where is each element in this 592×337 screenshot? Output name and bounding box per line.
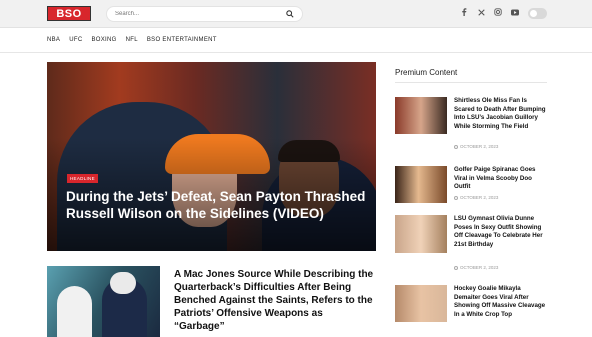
premium-date: OCTOBER 2, 2023: [454, 144, 498, 149]
search-icon[interactable]: [286, 10, 294, 18]
premium-item[interactable]: Golfer Paige Spiranac Goes Viral in Velm…: [395, 166, 547, 206]
premium-item[interactable]: Shirtless Ole Miss Fan Is Scared to Deat…: [395, 97, 547, 149]
logo-text: BSO: [56, 7, 82, 20]
search-bar[interactable]: [106, 6, 303, 22]
premium-thumbnail[interactable]: [395, 166, 447, 203]
youtube-icon[interactable]: [511, 8, 519, 16]
search-input[interactable]: [115, 11, 286, 17]
hero-title[interactable]: During the Jets’ Defeat, Sean Payton Thr…: [66, 188, 366, 222]
social-links: [460, 8, 519, 16]
headline-badge[interactable]: HEADLINE: [67, 174, 98, 183]
premium-title[interactable]: Hockey Goalie Mikayla Demaiter Goes Vira…: [454, 285, 547, 319]
nav-item-boxing[interactable]: BOXING: [91, 37, 116, 43]
article-thumbnail[interactable]: [47, 266, 160, 337]
nav-item-ufc[interactable]: UFC: [69, 37, 82, 43]
nav-item-bso-entertainment[interactable]: BSO ENTERTAINMENT: [147, 37, 217, 43]
premium-item[interactable]: LSU Gymnast Olivia Dunne Poses In Sexy O…: [395, 215, 547, 270]
premium-thumbnail[interactable]: [395, 97, 447, 134]
top-header: BSO: [0, 0, 592, 28]
premium-date: OCTOBER 2, 2023: [454, 265, 498, 270]
main-nav: NBA UFC BOXING NFL BSO ENTERTAINMENT: [0, 28, 592, 53]
premium-thumbnail[interactable]: [395, 215, 447, 253]
premium-item[interactable]: Hockey Goalie Mikayla Demaiter Goes Vira…: [395, 285, 547, 330]
premium-title[interactable]: Golfer Paige Spiranac Goes Viral in Velm…: [454, 166, 547, 192]
nav-item-nba[interactable]: NBA: [47, 37, 60, 43]
article-title[interactable]: A Mac Jones Source While Describing the …: [174, 268, 374, 333]
x-icon[interactable]: [477, 8, 485, 16]
premium-title[interactable]: LSU Gymnast Olivia Dunne Poses In Sexy O…: [454, 215, 547, 249]
facebook-icon[interactable]: [460, 8, 468, 16]
nav-item-nfl[interactable]: NFL: [126, 37, 138, 43]
sidebar-heading: Premium Content: [395, 68, 458, 77]
premium-title[interactable]: Shirtless Ole Miss Fan Is Scared to Deat…: [454, 97, 547, 131]
instagram-icon[interactable]: [494, 8, 502, 16]
clock-icon: [454, 144, 458, 149]
clock-icon: [454, 265, 458, 270]
premium-date: OCTOBER 2, 2023: [454, 195, 498, 200]
dark-mode-toggle[interactable]: [528, 8, 547, 19]
sidebar-divider: [395, 82, 547, 83]
hero-image[interactable]: [47, 62, 376, 251]
premium-thumbnail[interactable]: [395, 285, 447, 322]
site-logo[interactable]: BSO: [47, 6, 91, 21]
clock-icon: [454, 195, 458, 200]
